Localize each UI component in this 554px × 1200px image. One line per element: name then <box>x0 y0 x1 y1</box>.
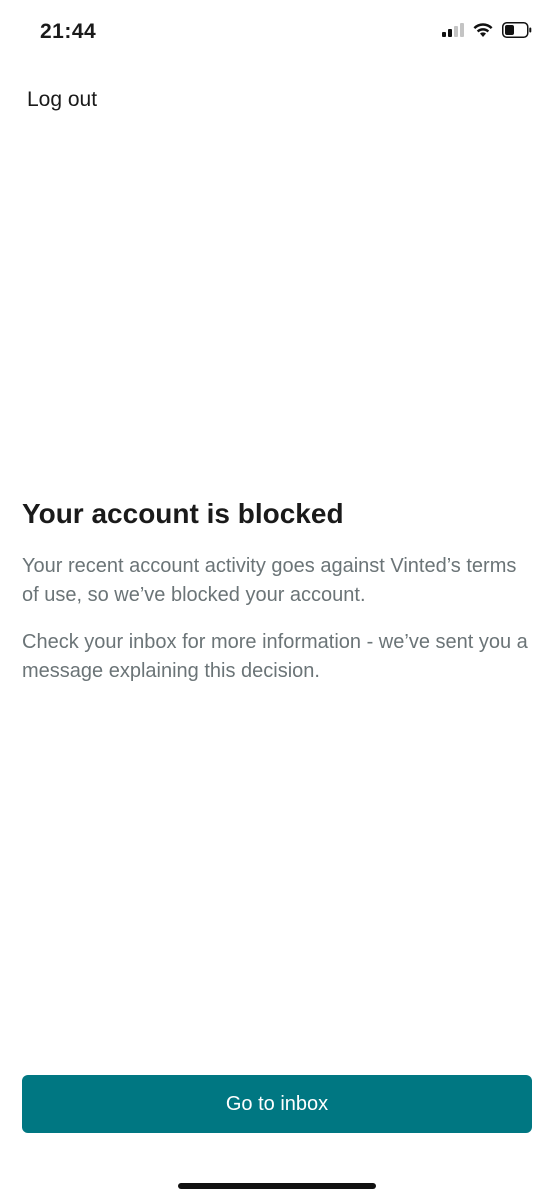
page-title: Your account is blocked <box>22 498 344 529</box>
inbox-info-text: Check your inbox for more information - … <box>22 631 528 682</box>
home-indicator <box>178 1183 376 1189</box>
status-icons <box>442 22 532 43</box>
blocked-message: Your account is blocked Your recent acco… <box>22 498 532 704</box>
status-bar: 21:44 <box>0 0 554 70</box>
go-to-inbox-button[interactable]: Go to inbox <box>22 1075 532 1133</box>
battery-icon <box>502 22 532 43</box>
description-text: Your recent account activity goes agains… <box>22 555 517 606</box>
wifi-icon <box>472 22 494 43</box>
status-time: 21:44 <box>40 20 97 43</box>
cellular-signal-icon <box>442 23 464 42</box>
logout-button[interactable]: Log out <box>27 88 97 112</box>
go-to-inbox-label: Go to inbox <box>225 1092 329 1115</box>
